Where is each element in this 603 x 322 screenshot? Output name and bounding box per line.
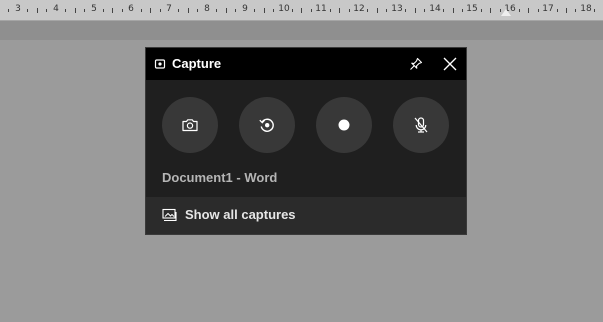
document-ruler: 3 4 5 6 7 8 9 10 11 12 13 14 15 16 17 18 — [0, 0, 603, 21]
ruler-tick — [263, 8, 265, 13]
ruler-number: 14 — [429, 4, 441, 14]
ruler-tick — [102, 9, 104, 12]
ruler-tick — [301, 8, 303, 13]
ruler-tick — [36, 8, 38, 13]
ruler-tick — [27, 9, 29, 12]
capture-source-app: Document1 - Word — [162, 170, 278, 185]
ruler-tick — [121, 9, 123, 12]
mic-toggle-button[interactable] — [393, 97, 449, 153]
ruler-tick — [480, 9, 482, 12]
ruler-tick — [452, 8, 454, 13]
start-recording-button[interactable] — [316, 97, 372, 153]
ruler-tick — [461, 9, 463, 12]
ruler-tick — [291, 9, 293, 12]
ruler-tick — [490, 8, 492, 13]
mic-off-icon — [414, 117, 428, 133]
ruler-tick — [376, 8, 378, 13]
ruler-number: 13 — [391, 4, 403, 14]
ruler-tick — [225, 8, 227, 13]
ruler-tick — [499, 9, 501, 12]
pin-icon[interactable] — [408, 56, 424, 72]
ruler-number: 4 — [53, 4, 59, 14]
ruler-tick — [528, 8, 530, 13]
ruler-number: 5 — [91, 4, 97, 14]
ruler-tick — [386, 9, 388, 12]
record-last-30s-button[interactable] — [239, 97, 295, 153]
ruler-number: 8 — [204, 4, 210, 14]
ruler-number: 6 — [128, 4, 134, 14]
ruler-tick — [112, 8, 114, 13]
ruler-tick — [339, 8, 341, 13]
ruler-tick — [254, 9, 255, 12]
ruler-tick — [74, 8, 76, 13]
capture-widget: Capture Document1 - Word Show all captur… — [146, 48, 466, 234]
record-last-icon — [259, 118, 274, 132]
ruler-number: 7 — [166, 4, 172, 14]
ruler-number: 9 — [242, 4, 248, 14]
show-all-captures-button[interactable]: Show all captures — [146, 197, 466, 234]
ruler-tick — [537, 9, 539, 12]
ruler-tick — [65, 9, 66, 12]
ruler-tick — [348, 9, 350, 12]
ruler-tick — [443, 9, 444, 12]
ruler-tick — [414, 8, 416, 13]
document-canvas-band — [0, 21, 603, 40]
ruler-tick — [405, 9, 407, 12]
ruler-tick — [565, 8, 567, 13]
ruler-tick — [216, 9, 218, 12]
record-icon — [338, 119, 350, 131]
ruler-number: 12 — [353, 4, 365, 14]
ruler-tick — [575, 9, 577, 12]
ruler-number: 18 — [580, 4, 592, 14]
ruler-tick — [272, 9, 274, 12]
ruler-number: 11 — [315, 4, 327, 14]
ruler-tick — [140, 9, 142, 12]
ruler-tick — [83, 9, 85, 12]
capture-header: Capture — [146, 48, 466, 80]
ruler-tick — [518, 9, 520, 12]
capture-title: Capture — [172, 56, 222, 71]
ruler-indent-marker[interactable] — [501, 9, 511, 16]
camera-icon — [182, 119, 198, 132]
ruler-tick — [8, 9, 10, 12]
ruler-number: 10 — [278, 4, 290, 14]
ruler-tick — [46, 9, 48, 12]
take-screenshot-button[interactable] — [162, 97, 218, 153]
ruler-number: 15 — [466, 4, 478, 14]
ruler-tick — [367, 9, 369, 12]
ruler-number: 17 — [542, 4, 554, 14]
ruler-tick — [197, 9, 199, 12]
ruler-tick — [310, 9, 312, 12]
ruler-tick — [159, 9, 161, 12]
ruler-tick — [556, 9, 558, 12]
ruler-tick — [235, 9, 237, 12]
ruler-tick — [594, 9, 596, 12]
ruler-tick — [329, 9, 331, 12]
ruler-tick — [150, 8, 152, 13]
ruler-tick — [178, 9, 180, 12]
capture-icon — [154, 59, 166, 69]
show-all-captures-label: Show all captures — [185, 207, 296, 222]
gallery-icon — [162, 208, 177, 222]
close-icon[interactable] — [442, 56, 458, 72]
ruler-number: 3 — [15, 4, 21, 14]
ruler-tick — [187, 8, 189, 13]
ruler-tick — [424, 9, 426, 12]
